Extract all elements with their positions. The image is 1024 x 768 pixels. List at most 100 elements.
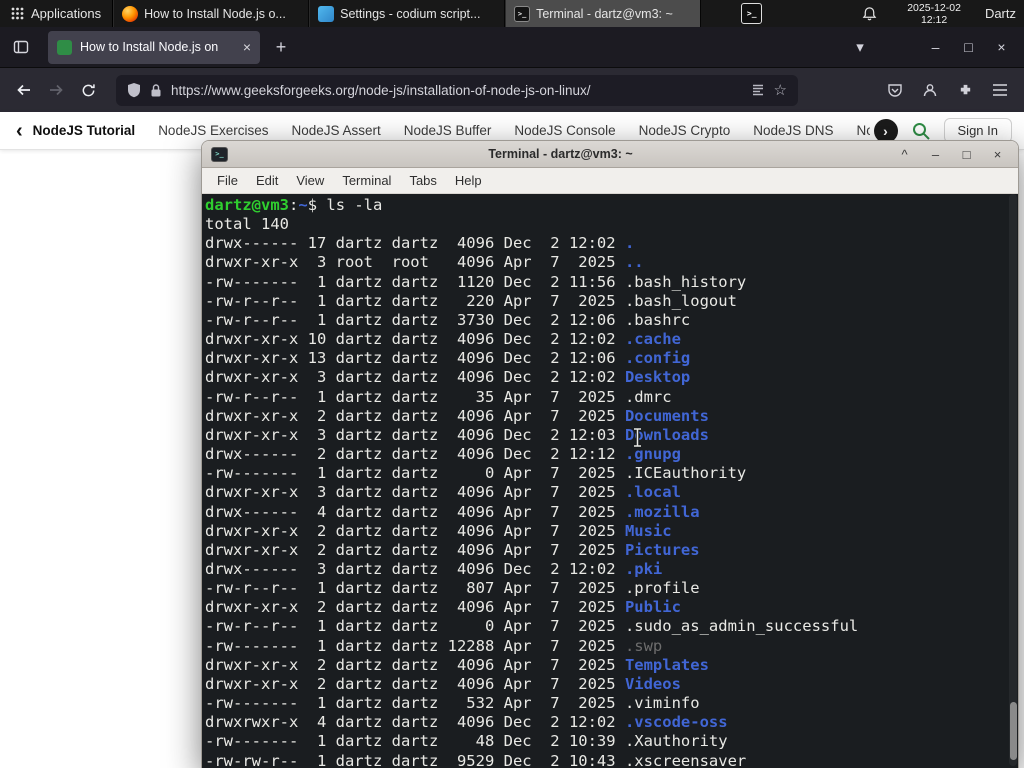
ls-row: drwxr-xr-x 2 dartz dartz 4096 Apr 7 2025…	[205, 540, 700, 559]
url-bar[interactable]: https://www.geeksforgeeks.org/node-js/in…	[116, 74, 798, 106]
browser-window-controls: – □ ×	[919, 32, 1018, 62]
menu-edit[interactable]: Edit	[247, 173, 287, 188]
tray-terminal-icon[interactable]: >_	[741, 3, 763, 24]
ls-row: drwxr-xr-x 10 dartz dartz 4096 Dec 2 12:…	[205, 330, 681, 349]
ls-row: drwx------ 4 dartz dartz 4096 Apr 7 2025…	[205, 502, 700, 521]
ls-row: drwxr-xr-x 2 dartz dartz 4096 Apr 7 2025…	[205, 406, 709, 425]
terminal-title: Terminal - dartz@vm3: ~	[488, 147, 633, 161]
nav-scroll-right-icon[interactable]: ›	[873, 118, 898, 143]
ls-row: -rw------- 1 dartz dartz 532 Apr 7 2025 …	[205, 694, 700, 713]
site-nav-item[interactable]: NodeJS Console	[514, 123, 615, 138]
browser-maximize-button[interactable]: □	[952, 32, 985, 62]
toolbar-right-icons	[879, 74, 1016, 106]
terminal-menubar: File Edit View Terminal Tabs Help	[202, 168, 1018, 194]
ls-row: -rw-rw-r-- 1 dartz dartz 9529 Dec 2 10:4…	[205, 751, 747, 768]
terminal-maximize-button[interactable]: □	[955, 147, 978, 162]
list-all-tabs-button[interactable]: ▾	[845, 32, 875, 62]
applications-menu-button[interactable]: Applications	[0, 0, 112, 27]
ls-row: drwxr-xr-x 3 dartz dartz 4096 Dec 2 12:0…	[205, 425, 709, 444]
site-nav-item[interactable]: Node	[857, 123, 870, 138]
back-icon[interactable]	[8, 74, 40, 106]
applications-grid-icon	[11, 7, 24, 20]
terminal-titlebar[interactable]: >_ Terminal - dartz@vm3: ~ ^ – □ ×	[202, 141, 1018, 168]
terminal-line: total 140	[205, 215, 289, 234]
taskbar-button-terminal[interactable]: >_ Terminal - dartz@vm3: ~	[505, 0, 702, 27]
ls-row: drwxr-xr-x 2 dartz dartz 4096 Apr 7 2025…	[205, 598, 681, 617]
ls-row: drwxr-xr-x 3 dartz dartz 4096 Dec 2 12:0…	[205, 368, 691, 387]
browser-close-button[interactable]: ×	[985, 32, 1018, 62]
taskbar-button-firefox[interactable]: How to Install Node.js o...	[113, 0, 310, 27]
site-nav-item[interactable]: NodeJS Assert	[291, 123, 380, 138]
terminal-close-button[interactable]: ×	[986, 147, 1009, 162]
ls-row: drwxr-xr-x 2 dartz dartz 4096 Apr 7 2025…	[205, 521, 672, 540]
terminal-icon: >_	[514, 5, 531, 22]
site-nav-item[interactable]: NodeJS Tutorial	[33, 123, 136, 138]
ls-row: -rw------- 1 dartz dartz 0 Apr 7 2025 .I…	[205, 464, 747, 483]
reader-view-icon[interactable]	[751, 83, 765, 97]
ls-row: -rw-r--r-- 1 dartz dartz 0 Apr 7 2025 .s…	[205, 617, 859, 636]
clock-time: 12:12	[920, 13, 948, 26]
reload-icon[interactable]	[72, 74, 104, 106]
bookmark-star-icon[interactable]: ☆	[774, 81, 787, 99]
ls-row: drwxr-xr-x 2 dartz dartz 4096 Apr 7 2025…	[205, 655, 709, 674]
browser-toolbar: https://www.geeksforgeeks.org/node-js/in…	[0, 68, 1024, 112]
ls-row: drwxr-xr-x 3 root root 4096 Apr 7 2025 .…	[205, 253, 644, 272]
ls-row: -rw------- 1 dartz dartz 48 Dec 2 10:39 …	[205, 732, 728, 751]
url-text: https://www.geeksforgeeks.org/node-js/in…	[171, 82, 591, 98]
firefox-view-button[interactable]	[6, 32, 36, 62]
account-icon[interactable]	[914, 74, 946, 106]
browser-minimize-button[interactable]: –	[919, 32, 952, 62]
ls-row: -rw-r--r-- 1 dartz dartz 220 Apr 7 2025 …	[205, 291, 737, 310]
tab-favicon-icon	[57, 39, 72, 55]
terminal-minimize-button[interactable]: –	[924, 147, 947, 162]
menu-help[interactable]: Help	[446, 173, 491, 188]
terminal-output[interactable]: dartz@vm3:~$ ls -la total 140 drwx------ 1…	[202, 194, 1018, 768]
site-nav-item[interactable]: NodeJS Exercises	[158, 123, 268, 138]
menu-terminal[interactable]: Terminal	[333, 173, 400, 188]
pocket-icon[interactable]	[879, 74, 911, 106]
terminal-scrollbar-thumb[interactable]	[1010, 702, 1017, 760]
tab-title: How to Install Node.js on	[80, 40, 219, 54]
ls-row: -rw-r--r-- 1 dartz dartz 35 Apr 7 2025 .…	[205, 387, 672, 406]
search-icon[interactable]	[911, 121, 931, 141]
ls-row: drwxr-xr-x 13 dartz dartz 4096 Dec 2 12:…	[205, 349, 691, 368]
clock-date: 2025-12-02	[907, 1, 961, 14]
menu-file[interactable]: File	[208, 173, 247, 188]
taskbar-button-codium[interactable]: Settings - codium script...	[309, 0, 506, 27]
menu-hamburger-icon[interactable]	[984, 74, 1016, 106]
ls-row: drwxrwxr-x 4 dartz dartz 4096 Dec 2 12:0…	[205, 713, 728, 732]
active-tab[interactable]: How to Install Node.js on ×	[48, 30, 260, 64]
ls-row: drwx------ 2 dartz dartz 4096 Dec 2 12:1…	[205, 445, 681, 464]
top-panel: Applications How to Install Node.js o...…	[0, 0, 1024, 27]
mouse-cursor	[631, 427, 644, 453]
ls-row: -rw------- 1 dartz dartz 1120 Dec 2 11:5…	[205, 272, 747, 291]
terminal-window: >_ Terminal - dartz@vm3: ~ ^ – □ × File E…	[201, 140, 1019, 768]
ls-row: -rw------- 1 dartz dartz 12288 Apr 7 202…	[205, 636, 663, 655]
terminal-app-icon: >_	[211, 146, 228, 162]
tab-bar: How to Install Node.js on × + ▾ – □ ×	[0, 27, 1024, 68]
codium-icon	[318, 5, 335, 22]
site-nav-item[interactable]: NodeJS DNS	[753, 123, 833, 138]
ls-row: -rw-r--r-- 1 dartz dartz 807 Apr 7 2025 …	[205, 579, 700, 598]
tracking-shield-icon[interactable]	[127, 82, 141, 98]
menu-tabs[interactable]: Tabs	[400, 173, 445, 188]
ls-row: drwx------ 17 dartz dartz 4096 Dec 2 12:…	[205, 234, 635, 253]
firefox-icon	[122, 5, 139, 22]
lock-icon[interactable]	[150, 83, 162, 98]
nav-scroll-left-icon[interactable]: ‹	[12, 121, 27, 141]
terminal-scrollbar[interactable]	[1009, 194, 1017, 766]
nav-scroll-right-glyph: ›	[883, 122, 888, 139]
forward-icon[interactable]	[40, 74, 72, 106]
extensions-icon[interactable]	[949, 74, 981, 106]
panel-clock[interactable]: 2025-12-02 12:12	[907, 2, 961, 26]
applications-label: Applications	[31, 6, 102, 21]
menu-view[interactable]: View	[287, 173, 333, 188]
tab-close-button[interactable]: ×	[243, 39, 251, 55]
new-tab-button[interactable]: +	[266, 32, 296, 62]
terminal-shade-button[interactable]: ^	[893, 147, 916, 162]
ls-row: drwx------ 3 dartz dartz 4096 Dec 2 12:0…	[205, 559, 663, 578]
site-nav-item[interactable]: NodeJS Crypto	[639, 123, 731, 138]
notification-bell-icon[interactable]	[862, 6, 877, 21]
user-label: Dartz	[984, 6, 1016, 21]
site-nav-item[interactable]: NodeJS Buffer	[404, 123, 492, 138]
